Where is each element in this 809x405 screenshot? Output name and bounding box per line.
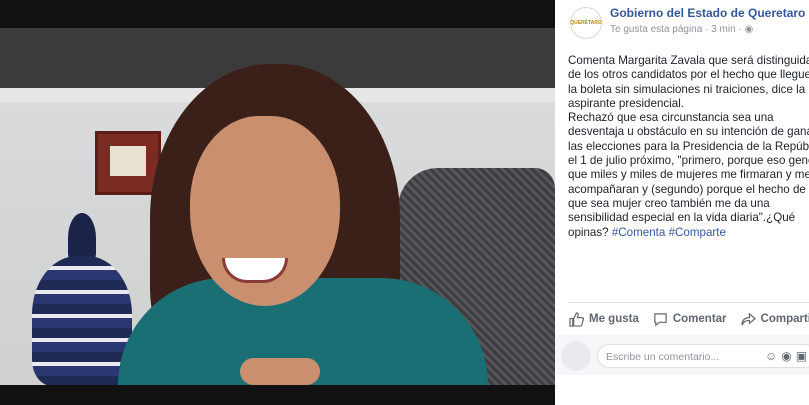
hashtag-comenta[interactable]: #Comenta <box>612 226 666 239</box>
like-button[interactable]: Me gusta <box>569 309 639 329</box>
post-bottom-strip <box>555 375 809 405</box>
comment-button[interactable]: Comentar <box>653 309 727 329</box>
speech-bubble-icon <box>654 312 667 326</box>
post-paragraph-2-text: Rechazó que esa circunstancia sea una de… <box>568 111 809 239</box>
post-header: QUERÉTARO Gobierno del Estado de Quereta… <box>555 0 809 45</box>
post-actions: Me gusta Comentar Compartir <box>569 309 809 329</box>
post-meta: Te gusta esta página · 3 min · ◉ <box>610 24 753 35</box>
thumbs-up-icon <box>569 311 584 327</box>
post-meta-text: Te gusta esta página · 3 min · <box>610 24 745 35</box>
globe-icon: ◉ <box>744 24 754 35</box>
share-label: Compartir <box>760 313 809 325</box>
photo-vase <box>32 256 132 385</box>
gif-icon[interactable]: ▣ <box>796 349 807 363</box>
photo-bottom-bar <box>0 385 555 405</box>
actions-divider <box>568 302 809 303</box>
camera-icon[interactable]: ◉ <box>781 349 791 363</box>
page-avatar[interactable]: QUERÉTARO <box>570 7 602 39</box>
like-label: Me gusta <box>589 313 639 325</box>
post-body: Comenta Margarita Zavala que será distin… <box>568 54 809 240</box>
page-avatar-logo-text: QUERÉTARO <box>570 20 602 26</box>
share-button[interactable]: Compartir <box>740 309 809 329</box>
share-arrow-icon <box>740 312 756 325</box>
post-paragraph-2: Rechazó que esa circunstancia sea una de… <box>568 111 809 240</box>
photo-image <box>0 28 555 385</box>
photo-person-hand <box>240 358 320 385</box>
comment-label: Comentar <box>672 313 727 325</box>
page-name-link[interactable]: Gobierno del Estado de Queretaro <box>610 6 805 20</box>
post-photo[interactable] <box>0 0 555 405</box>
facebook-post: QUERÉTARO Gobierno del Estado de Quereta… <box>555 0 809 405</box>
post-paragraph-1: Comenta Margarita Zavala que será distin… <box>568 54 809 110</box>
emoji-icon[interactable]: ☺ <box>765 349 777 363</box>
photo-wall-frame <box>95 131 161 195</box>
comment-composer: Escribe un comentario... ☺ ◉ ▣ <box>555 335 809 375</box>
comment-tools: ☺ ◉ ▣ <box>765 349 807 363</box>
hashtag-comparte[interactable]: #Comparte <box>669 226 726 239</box>
user-avatar <box>561 341 591 371</box>
